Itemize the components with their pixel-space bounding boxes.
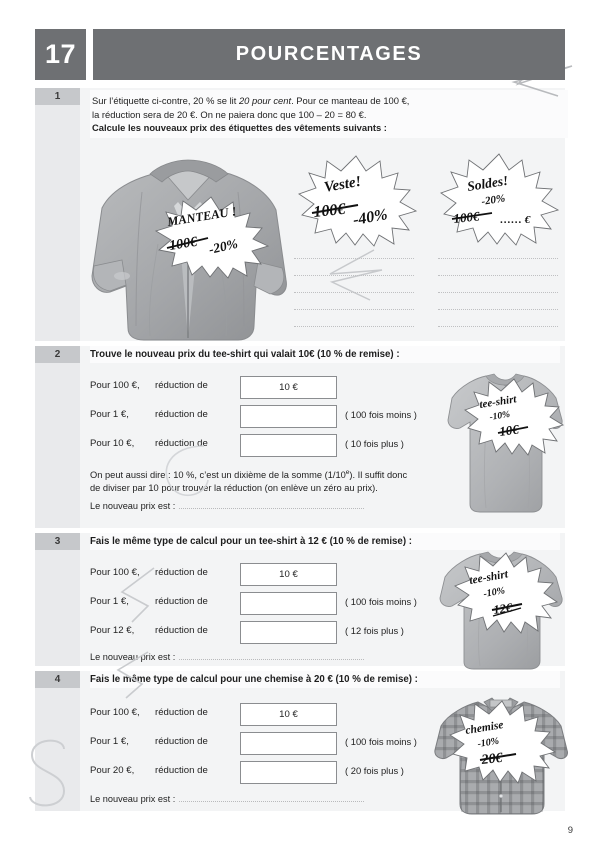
exercise-4-number: 4 [35, 671, 80, 688]
answer-box[interactable]: 10 € [240, 376, 337, 399]
answer-line[interactable] [438, 292, 558, 293]
page-number: 9 [567, 825, 573, 836]
answer-line[interactable] [438, 309, 558, 310]
exercise-4-title: Fais le même type de calcul pour une che… [90, 674, 418, 685]
exercise-3-final: Le nouveau prix est : [90, 651, 365, 662]
answer-box[interactable] [240, 592, 337, 615]
final-label: Le nouveau prix est : [90, 652, 176, 662]
answer-box[interactable] [240, 732, 337, 755]
final-answer-line[interactable] [179, 500, 365, 509]
row-note: ( 100 fois moins ) [345, 409, 417, 420]
answer-line[interactable] [294, 275, 414, 276]
exercise-1-prompt: Sur l’étiquette ci-contre, 20 % se lit 2… [90, 90, 568, 138]
row-amount-label: Pour 1 €, [90, 409, 129, 420]
answer-lines-right[interactable] [438, 258, 558, 343]
answer-line[interactable] [438, 275, 558, 276]
row-reduction-label: réduction de [155, 438, 208, 449]
exercise-4-gutter [35, 671, 80, 811]
answer-box[interactable]: 10 € [240, 563, 337, 586]
row-reduction-label: réduction de [155, 380, 208, 391]
row-amount-label: Pour 1 €, [90, 596, 129, 607]
exercise-2-number: 2 [35, 346, 80, 363]
price-tag-sale: Soldes! -20% 100€ …… € [436, 153, 562, 247]
row-note: ( 10 fois plus ) [345, 438, 404, 449]
answer-box[interactable] [240, 621, 337, 644]
row-amount-label: Pour 100 €, [90, 707, 140, 718]
exercise-1-prompt-line1: Sur l’étiquette ci-contre, 20 % se lit 2… [92, 95, 410, 106]
exercise-3-number: 3 [35, 533, 80, 550]
answer-line[interactable] [294, 309, 414, 310]
answer-box[interactable] [240, 761, 337, 784]
row-amount-label: Pour 1 €, [90, 736, 129, 747]
exercise-1-prompt-line2: la réduction sera de 20 €. On ne paiera … [92, 108, 367, 120]
exercise-3-gutter [35, 533, 80, 666]
answer-line[interactable] [438, 326, 558, 327]
price-tag-coat: MANTEAU ! 100€ -20% [148, 196, 274, 279]
page-title-bar: POURCENTAGES [93, 29, 565, 80]
exercise-2-title: Trouve le nouveau prix du tee-shirt qui … [90, 349, 400, 360]
row-reduction-label: réduction de [155, 625, 208, 636]
row-amount-label: Pour 100 €, [90, 567, 140, 578]
chapter-number: 17 [35, 29, 86, 80]
final-label: Le nouveau prix est : [90, 501, 176, 511]
row-reduction-label: réduction de [155, 765, 208, 776]
row-reduction-label: réduction de [155, 596, 208, 607]
row-amount-label: Pour 12 €, [90, 625, 135, 636]
answer-line[interactable] [438, 258, 558, 259]
row-note: ( 100 fois moins ) [345, 596, 417, 607]
tag-sale-blank: …… € [500, 214, 531, 226]
final-answer-line[interactable] [179, 651, 365, 660]
explanation-part2: ). Il suffit donc [349, 470, 408, 481]
page-header: 17 POURCENTAGES [35, 29, 565, 80]
final-answer-line[interactable] [179, 793, 365, 802]
answer-line[interactable] [294, 258, 414, 259]
row-amount-label: Pour 100 €, [90, 380, 140, 391]
answer-box[interactable] [240, 434, 337, 457]
exercise-2-explanation: On peut aussi dire : 10 %, c’est un dixi… [90, 466, 420, 495]
answer-line[interactable] [294, 292, 414, 293]
row-amount-label: Pour 20 €, [90, 765, 135, 776]
explanation-part1: On peut aussi dire : 10 %, c’est un dixi… [90, 470, 346, 481]
exercise-1-gutter [35, 88, 80, 341]
row-reduction-label: réduction de [155, 567, 208, 578]
price-tag-tshirt2: tee-shirt -10% 12€ [452, 552, 560, 634]
row-note: ( 20 fois plus ) [345, 765, 404, 776]
answer-box[interactable]: 10 € [240, 703, 337, 726]
explanation-part3: de diviser par 10 pour trouver la réduct… [90, 483, 378, 494]
answer-lines-left[interactable] [294, 258, 414, 343]
row-note: ( 100 fois moins ) [345, 736, 417, 747]
exercise-3-title: Fais le même type de calcul pour un tee-… [90, 536, 412, 547]
row-reduction-label: réduction de [155, 707, 208, 718]
exercise-2-final: Le nouveau prix est : [90, 500, 365, 511]
price-tag-tshirt1: tee-shirt -10% 10€ [462, 378, 566, 456]
row-reduction-label: réduction de [155, 409, 208, 420]
answer-line[interactable] [294, 326, 414, 327]
price-tag-jacket: Veste! 100€ -40% [292, 155, 420, 247]
worksheet-page: 17 POURCENTAGES 1 Sur l’étiquette ci-con… [0, 0, 601, 850]
row-reduction-label: réduction de [155, 736, 208, 747]
exercise-1-number: 1 [35, 88, 80, 105]
row-note: ( 12 fois plus ) [345, 625, 404, 636]
page-title: POURCENTAGES [235, 43, 423, 65]
exercise-4-final: Le nouveau prix est : [90, 793, 365, 804]
row-amount-label: Pour 10 €, [90, 438, 135, 449]
exercise-1-prompt-line3: Calcule les nouveaux prix des étiquettes… [92, 122, 387, 134]
final-label: Le nouveau prix est : [90, 794, 176, 804]
price-tag-shirt: chemise -10% 20€ [446, 700, 558, 784]
answer-box[interactable] [240, 405, 337, 428]
exercise-2-gutter [35, 346, 80, 528]
